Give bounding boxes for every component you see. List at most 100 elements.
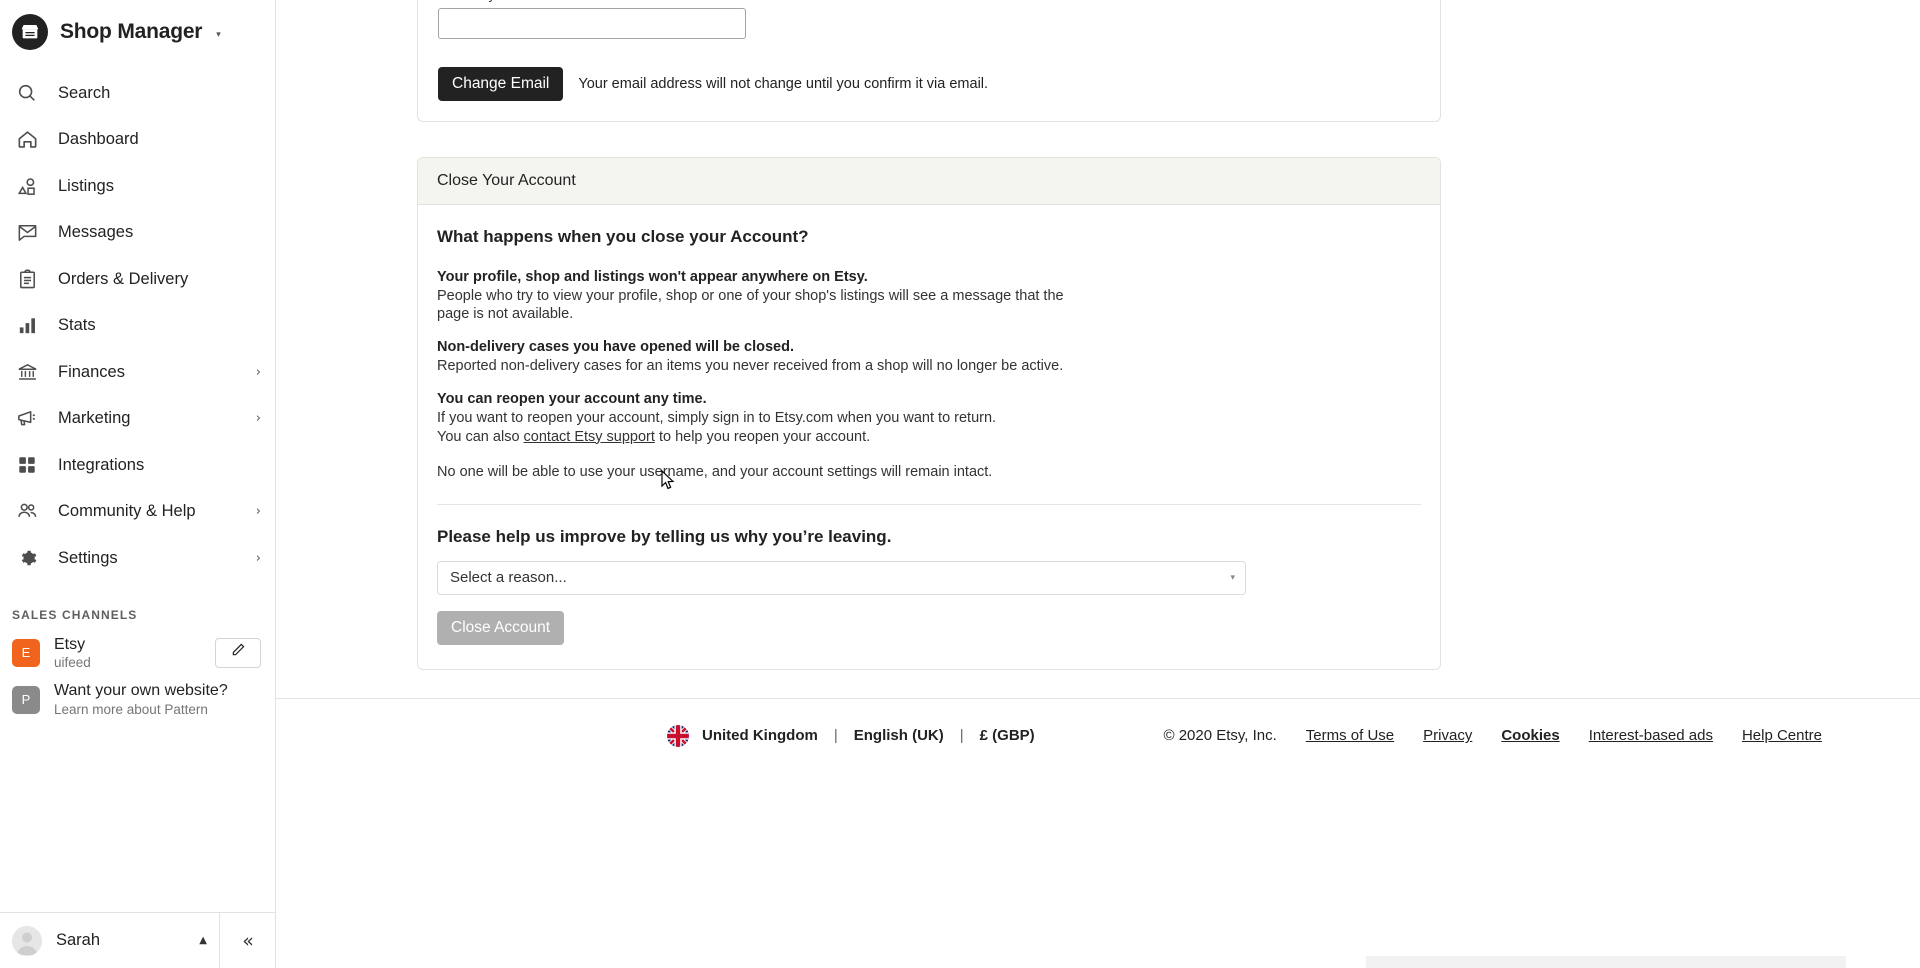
sidebar-item-search[interactable]: Search (0, 70, 275, 117)
sidebar-item-community-help[interactable]: Community & Help › (0, 489, 275, 536)
reason-select[interactable]: Select a reason... ▾ (437, 560, 1246, 595)
divider (437, 503, 1421, 505)
search-icon (14, 80, 40, 106)
sales-channel-etsy[interactable]: E Etsy uifeed (0, 630, 275, 677)
etsy-badge-icon: E (12, 638, 40, 667)
sidebar: Shop Manager ▾ Search Dashboard Listings… (0, 0, 276, 968)
avatar (12, 925, 42, 956)
sidebar-item-stats[interactable]: Stats (0, 303, 275, 350)
pencil-icon (230, 642, 246, 663)
sidebar-item-label: Search (58, 83, 111, 102)
sidebar-item-label: Messages (58, 223, 134, 242)
info-block-text: Reported non-delivery cases for an items… (437, 358, 1064, 375)
bank-icon (14, 359, 40, 385)
chevron-down-icon[interactable]: ▾ (216, 29, 221, 40)
close-account-heading: What happens when you close your Account… (437, 227, 809, 246)
sidebar-item-label: Orders & Delivery (58, 269, 189, 288)
channel-title: Etsy (54, 635, 86, 653)
footer-separator: | (833, 727, 838, 745)
sidebar-item-dashboard[interactable]: Dashboard (0, 117, 275, 164)
change-email-note: Your email address will not change until… (578, 76, 989, 92)
sidebar-nav: Search Dashboard Listings Messages Order… (0, 70, 275, 582)
footer-country[interactable]: United Kingdom (702, 727, 818, 744)
listings-icon (14, 173, 40, 199)
sidebar-item-integrations[interactable]: Integrations (0, 442, 275, 489)
user-name: Sarah (56, 931, 101, 949)
shop-manager-brand[interactable]: Shop Manager ▾ (0, 0, 275, 64)
chevron-right-icon: › (255, 411, 261, 427)
edit-shop-button[interactable] (215, 637, 261, 668)
sidebar-item-messages[interactable]: Messages (0, 210, 275, 257)
close-account-button[interactable]: Close Account (437, 610, 565, 645)
chevron-right-icon: › (255, 550, 261, 566)
people-icon (14, 499, 40, 525)
footer-language[interactable]: English (UK) (854, 727, 944, 744)
info-block-profile: Your profile, shop and listings won't ap… (437, 269, 1421, 323)
change-email-form: Your Etsy Password Change Email Your ema… (418, 0, 1440, 121)
change-email-button[interactable]: Change Email (438, 67, 564, 101)
app-root: Shop Manager ▾ Search Dashboard Listings… (0, 0, 1920, 968)
close-account-card: Close Your Account What happens when you… (417, 157, 1441, 670)
close-account-card-title: Close Your Account (418, 158, 1440, 205)
bar-chart-icon (14, 313, 40, 339)
info-block-text: People who try to view your profile, sho… (437, 288, 1064, 323)
home-icon (14, 127, 40, 153)
pattern-badge-icon: P (12, 685, 40, 714)
channel-subtitle: Learn more about Pattern (54, 701, 208, 717)
reopen-line-1: If you want to reopen your account, simp… (437, 410, 997, 427)
info-block-cases: Non-delivery cases you have opened will … (437, 339, 1421, 375)
close-account-card-body: What happens when you close your Account… (418, 205, 1440, 669)
sidebar-item-listings[interactable]: Listings (0, 163, 275, 210)
footer-link-cookies[interactable]: Cookies (1501, 727, 1559, 744)
footer-link-interest-based-ads[interactable]: Interest-based ads (1589, 727, 1713, 744)
main-content: Your Etsy Password Change Email Your ema… (276, 0, 1920, 968)
messages-icon (14, 220, 40, 246)
sales-channels-label: SALES CHANNELS (12, 607, 138, 622)
footer-separator: | (959, 727, 964, 745)
info-block-title: Your profile, shop and listings won't ap… (437, 269, 868, 285)
page-footer: United Kingdom | English (UK) | £ (GBP) … (276, 699, 1920, 747)
info-block-title: You can reopen your account any time. (437, 391, 707, 408)
channel-title: Want your own website? (54, 682, 228, 700)
horizontal-scrollbar[interactable] (1366, 956, 1846, 968)
copyright: © 2020 Etsy, Inc. (1163, 727, 1277, 745)
channel-text: Want your own website? Learn more about … (54, 682, 261, 717)
why-leaving-heading: Please help us improve by telling us why… (437, 526, 892, 546)
sidebar-footer: Sarah ▲ « (0, 912, 276, 968)
sidebar-item-settings[interactable]: Settings › (0, 535, 275, 582)
sidebar-item-label: Finances (58, 362, 125, 381)
sidebar-item-label: Settings (58, 548, 118, 567)
chevron-right-icon: › (255, 364, 261, 380)
password-field[interactable] (438, 8, 746, 39)
user-menu[interactable]: Sarah ▲ (0, 912, 220, 968)
footer-currency[interactable]: £ (GBP) (980, 727, 1035, 744)
footer-link-help-centre[interactable]: Help Centre (1742, 727, 1822, 744)
info-block-text: If you want to reopen your account, simp… (437, 409, 1077, 445)
megaphone-icon (14, 406, 40, 432)
uk-flag-icon (667, 724, 689, 747)
change-email-card: Your Etsy Password Change Email Your ema… (417, 0, 1441, 122)
sidebar-item-label: Community & Help (58, 502, 196, 521)
reopen-line-2-post: to help you reopen your account. (654, 428, 871, 445)
sidebar-item-label: Marketing (58, 409, 131, 428)
gear-icon (14, 545, 40, 571)
sidebar-item-marketing[interactable]: Marketing › (0, 396, 275, 443)
sidebar-item-orders-delivery[interactable]: Orders & Delivery (0, 256, 275, 303)
footer-link-terms[interactable]: Terms of Use (1306, 727, 1394, 744)
clipboard-icon (14, 266, 40, 292)
collapse-sidebar-button[interactable]: « (220, 913, 276, 968)
reason-select-value: Select a reason... (450, 569, 567, 587)
contact-etsy-support-link[interactable]: contact Etsy support (524, 429, 655, 445)
username-note: No one will be able to use your username… (437, 463, 993, 480)
password-label: Your Etsy Password (438, 0, 1420, 2)
footer-locale[interactable]: United Kingdom | English (UK) | £ (GBP) (667, 724, 1035, 747)
footer-link-privacy[interactable]: Privacy (1423, 727, 1472, 744)
shop-icon (12, 14, 48, 50)
brand-name: Shop Manager (60, 20, 203, 43)
info-block-reopen: You can reopen your account any time. If… (437, 391, 1421, 445)
chevron-up-icon: ▲ (199, 935, 207, 946)
sales-channel-pattern[interactable]: P Want your own website? Learn more abou… (0, 676, 275, 723)
channel-subtitle: uifeed (54, 654, 91, 670)
sidebar-item-finances[interactable]: Finances › (0, 349, 275, 396)
sidebar-item-label: Stats (58, 316, 96, 335)
